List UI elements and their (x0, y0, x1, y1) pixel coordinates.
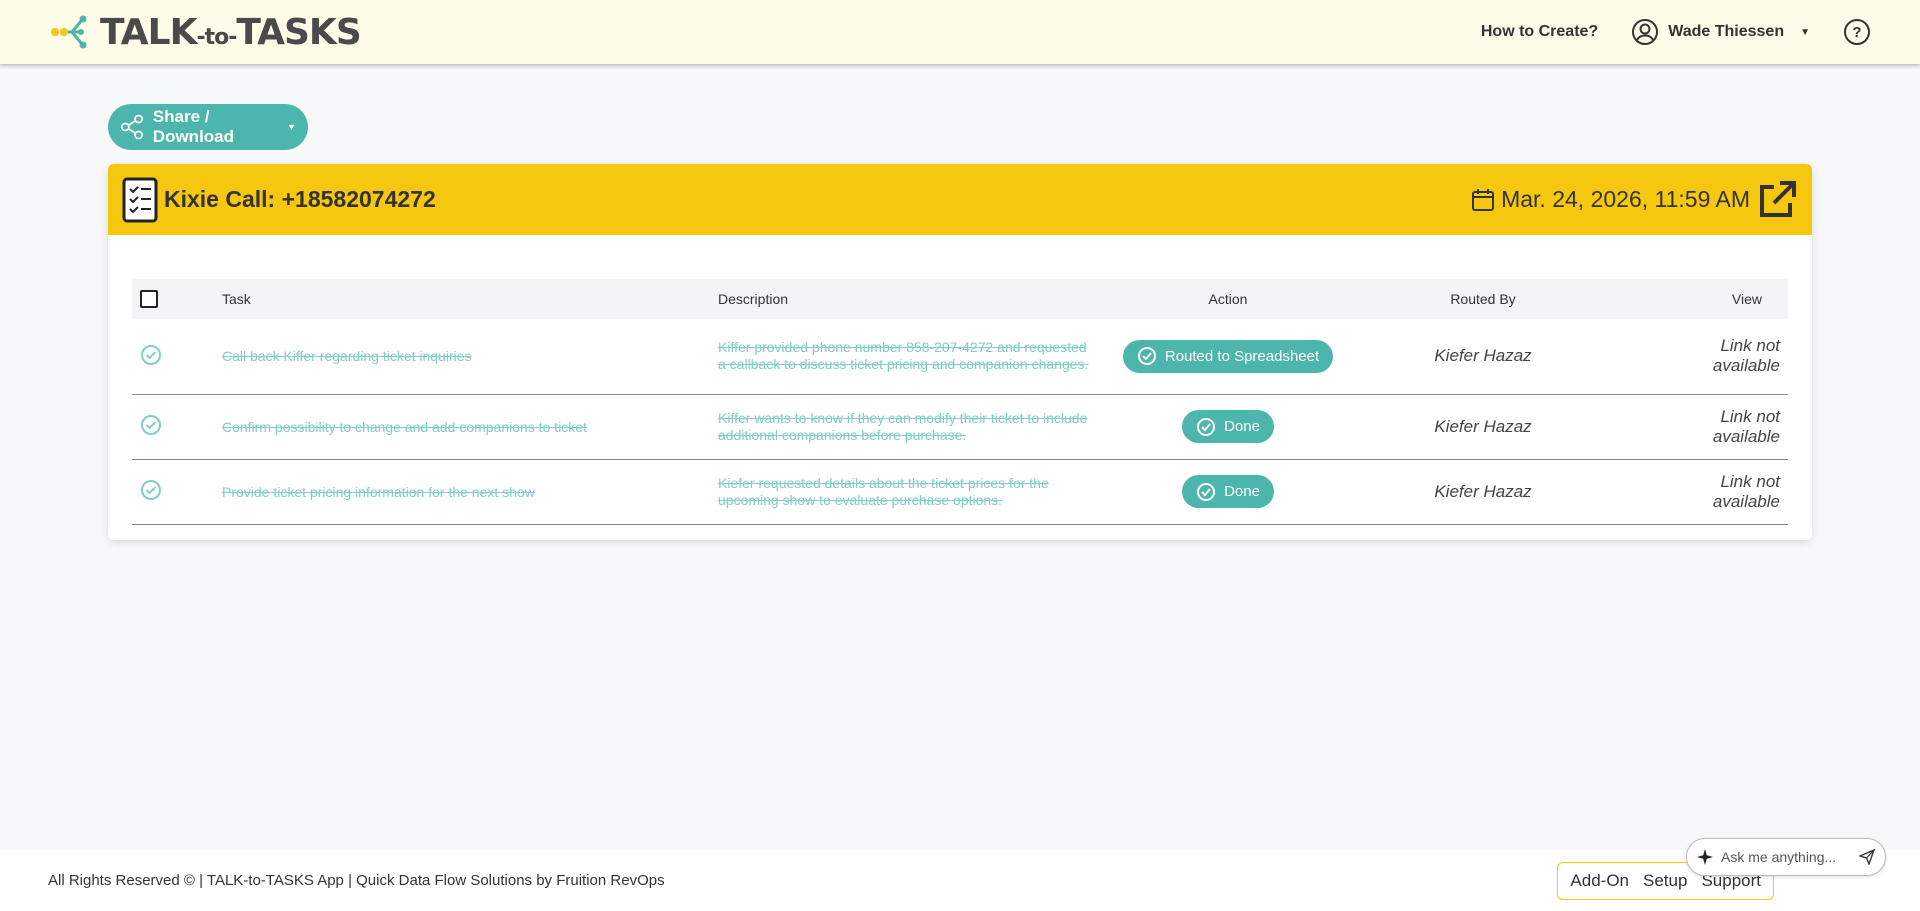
card-date: Mar. 24, 2026, 11:59 AM (1501, 186, 1750, 212)
checklist-icon (122, 177, 158, 222)
help-icon[interactable]: ? (1844, 19, 1870, 45)
logo-icon (51, 15, 87, 49)
send-icon[interactable] (1859, 849, 1875, 865)
caret-down-icon: ▼ (1800, 26, 1810, 38)
user-menu[interactable]: Wade Thiessen ▼ (1632, 19, 1810, 45)
how-to-create-link[interactable]: How to Create? (1481, 23, 1598, 41)
top-navbar: TALK-to-TASKS How to Create? Wade Thiess… (0, 0, 1920, 64)
user-avatar-icon (1632, 19, 1659, 45)
page-footer: All Rights Reserved © | TALK-to-TASKS Ap… (0, 850, 1920, 911)
check-circle-icon[interactable] (140, 344, 162, 366)
table-row: Call back Kiffer regarding ticket inquir… (132, 319, 1788, 395)
app-logo[interactable]: TALK-to-TASKS (50, 11, 362, 53)
logo-text: TALK-to-TASKS (100, 11, 362, 53)
table-row: Confirm possibility to change and add co… (132, 394, 1788, 460)
description-text: Kiffer wants to know if they can modify … (718, 409, 1088, 443)
footer-copyright: All Rights Reserved © | TALK-to-TASKS Ap… (48, 872, 665, 889)
check-circle-icon (1197, 417, 1216, 436)
task-text[interactable]: Call back Kiffer regarding ticket inquir… (222, 348, 472, 364)
task-text[interactable]: Confirm possibility to change and add co… (222, 419, 587, 435)
check-circle-icon (1197, 482, 1216, 501)
select-all-checkbox[interactable] (140, 290, 158, 308)
ask-input[interactable]: Ask me anything... (1721, 849, 1851, 865)
header-action: Action (1208, 291, 1248, 307)
card-header: Kixie Call: +18582074272 Mar. 24, 2026, … (108, 164, 1812, 235)
share-download-label: Share / Download (152, 107, 235, 146)
check-circle-icon[interactable] (140, 414, 162, 436)
external-link-icon[interactable] (1756, 179, 1798, 221)
done-button[interactable]: Done (1182, 410, 1274, 443)
check-circle-icon (1137, 347, 1156, 366)
share-icon (120, 114, 144, 140)
view-cell: Link not available (1628, 319, 1788, 395)
header-routed-by: Routed By (1450, 291, 1516, 307)
ask-assistant-box[interactable]: Ask me anything... (1686, 838, 1886, 876)
header-description: Description (718, 291, 789, 307)
tasks-table: Task Description Action Routed By View C… (132, 279, 1788, 525)
call-task-card: Kixie Call: +18582074272 Mar. 24, 2026, … (108, 164, 1812, 540)
calendar-icon (1472, 188, 1495, 211)
description-text: Kiffer provided phone number 858-207-427… (718, 339, 1089, 373)
share-download-button[interactable]: Share / Download ▼ (108, 104, 308, 150)
header-view: View (1731, 291, 1762, 307)
add-on-link[interactable]: Add-On (1570, 871, 1629, 891)
caret-down-icon: ▼ (287, 122, 296, 132)
description-text: Kiefer requested details about the ticke… (718, 474, 1049, 508)
task-text[interactable]: Provide ticket pricing information for t… (222, 484, 535, 500)
check-circle-icon[interactable] (140, 479, 162, 501)
table-header-row: Task Description Action Routed By View (132, 279, 1788, 319)
header-task: Task (222, 291, 251, 307)
view-cell: Link not available (1628, 394, 1788, 460)
view-cell: Link not available (1628, 459, 1788, 525)
routed-by-text: Kiefer Hazaz (1338, 459, 1628, 525)
sparkle-icon (1697, 849, 1713, 865)
card-title: Kixie Call: +18582074272 (164, 186, 436, 212)
routed-by-text: Kiefer Hazaz (1338, 319, 1628, 395)
user-name: Wade Thiessen (1668, 23, 1785, 40)
done-button[interactable]: Done (1182, 475, 1274, 508)
table-row: Provide ticket pricing information for t… (132, 459, 1788, 525)
setup-link[interactable]: Setup (1643, 871, 1687, 891)
routed-by-text: Kiefer Hazaz (1338, 394, 1628, 460)
routed-to-spreadsheet-button[interactable]: Routed to Spreadsheet (1122, 339, 1334, 373)
